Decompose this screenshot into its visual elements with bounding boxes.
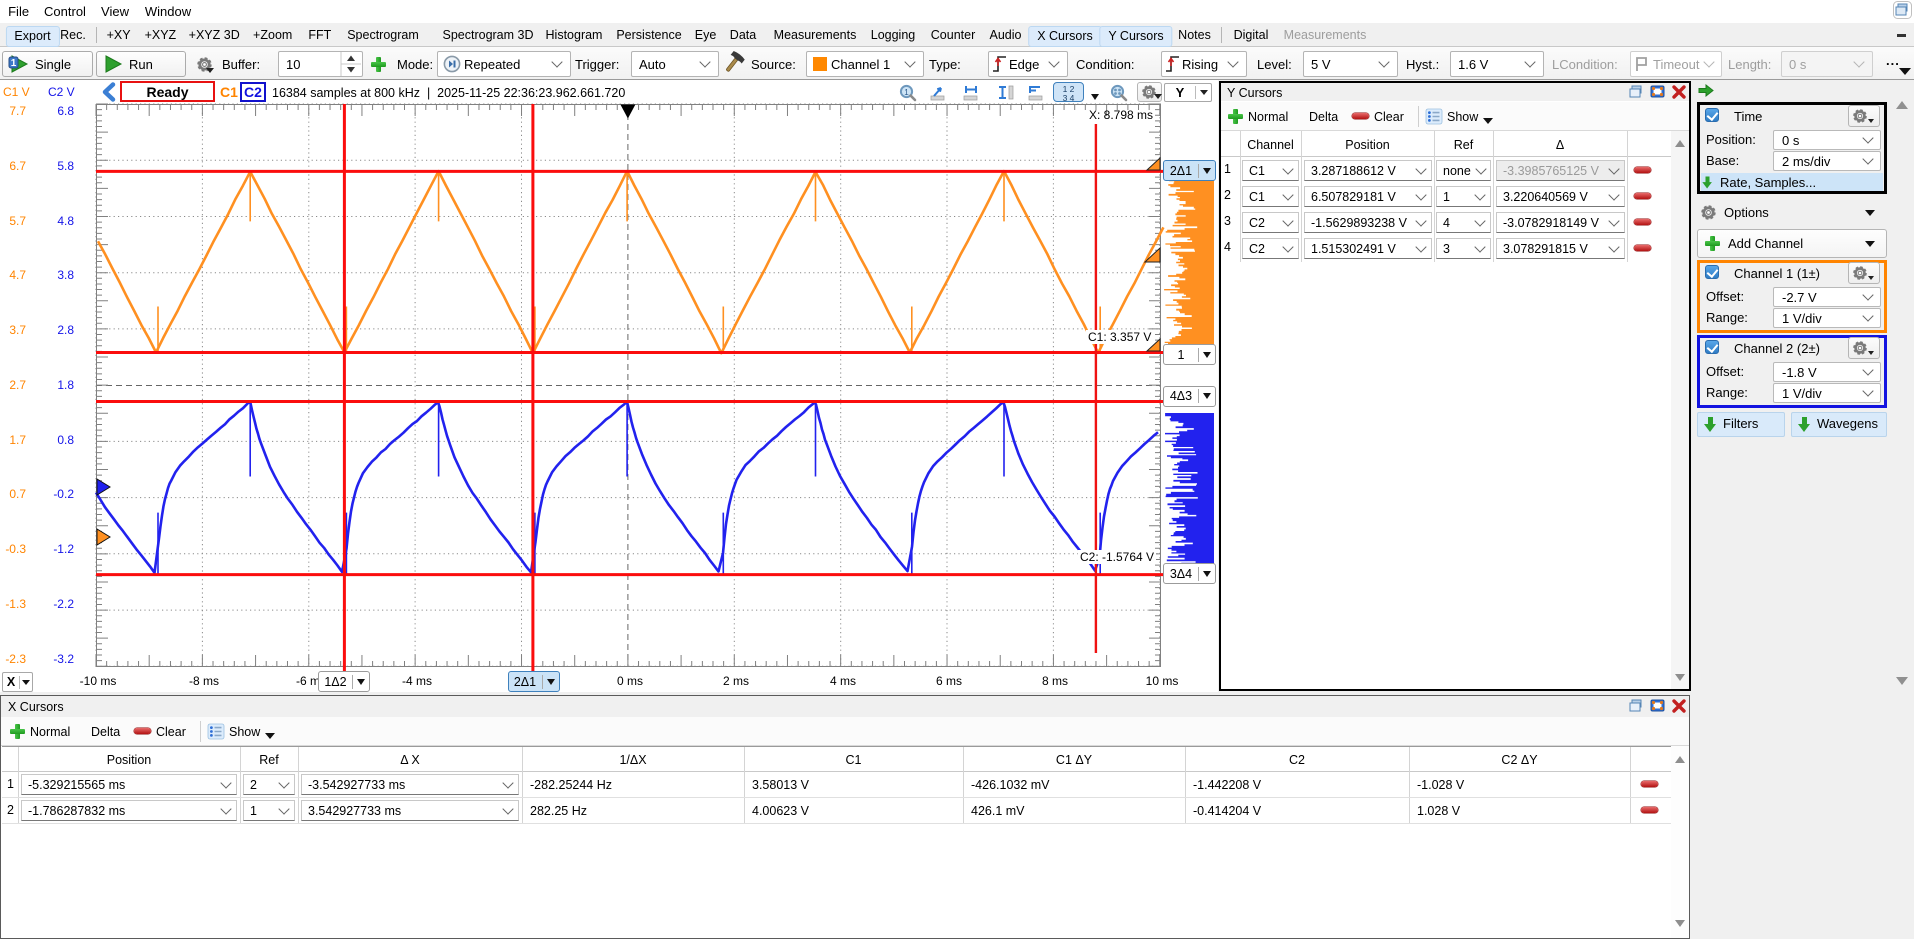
svg-text:1: 1 [11,58,17,69]
svg-text:1: 1 [904,88,909,97]
